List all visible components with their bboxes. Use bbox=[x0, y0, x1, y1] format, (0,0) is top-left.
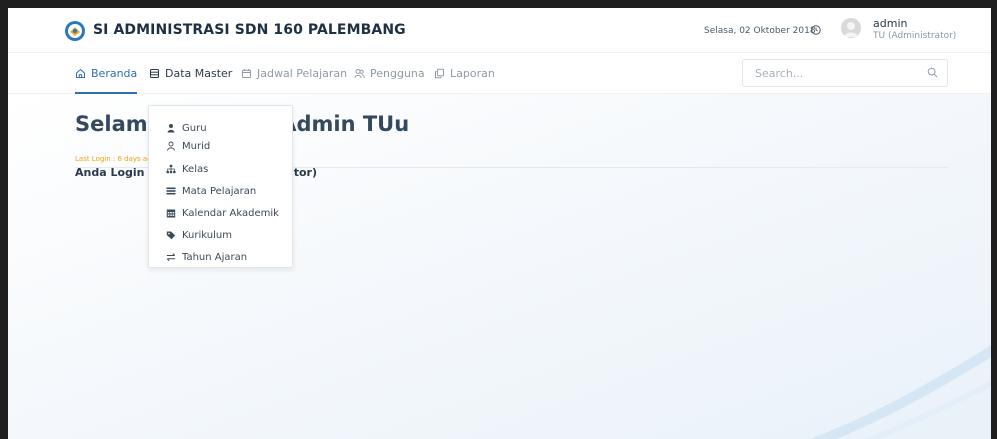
list-icon bbox=[166, 187, 176, 195]
users-icon bbox=[354, 68, 365, 78]
tag-icon bbox=[166, 231, 176, 240]
menu-item-label: Tahun Ajaran bbox=[182, 251, 248, 263]
sitemap-icon bbox=[166, 164, 176, 174]
nav-label: Pengguna bbox=[370, 66, 425, 80]
active-indicator bbox=[75, 92, 138, 94]
main-navigation: Beranda Data Master Jadwal Pelajaran Pen… bbox=[8, 53, 991, 94]
nav-pengguna[interactable]: Pengguna bbox=[354, 53, 425, 93]
menu-item-tahun-ajaran[interactable]: Tahun Ajaran bbox=[166, 248, 247, 266]
nav-label: Jadwal Pelajaran bbox=[257, 66, 348, 80]
menu-item-label: Kelas bbox=[182, 163, 209, 175]
nav-beranda[interactable]: Beranda bbox=[75, 53, 138, 94]
menu-item-murid[interactable]: Murid bbox=[166, 137, 210, 155]
search-box bbox=[742, 59, 948, 87]
nav-label: Beranda bbox=[91, 66, 138, 80]
menu-item-label: Murid bbox=[182, 140, 211, 152]
nav-label: Data Master bbox=[165, 66, 233, 80]
calendar-icon bbox=[242, 68, 251, 78]
menu-item-label: Kalendar Akademik bbox=[182, 207, 279, 219]
nav-laporan[interactable]: Laporan bbox=[434, 53, 495, 93]
user-role: TU (Administrator) bbox=[873, 31, 957, 41]
last-login-text: Last Login : 6 days ago bbox=[75, 155, 156, 163]
menu-item-kurikulum[interactable]: Kurikulum bbox=[166, 226, 232, 244]
nav-jadwal-pelajaran[interactable]: Jadwal Pelajaran bbox=[241, 53, 347, 93]
home-icon bbox=[76, 68, 85, 78]
app-title: SI ADMINISTRASI SDN 160 PALEMBANG bbox=[93, 22, 406, 38]
calendar-grid-icon bbox=[166, 209, 176, 218]
copy-icon bbox=[435, 68, 444, 78]
user-outline-icon bbox=[167, 141, 175, 151]
school-logo-icon bbox=[65, 21, 85, 41]
background-swoosh bbox=[809, 345, 991, 439]
menu-item-mata-pelajaran[interactable]: Mata Pelajaran bbox=[166, 182, 256, 200]
current-date: Selasa, 02 Oktober 2018 bbox=[704, 26, 816, 36]
exchange-icon bbox=[166, 253, 176, 262]
clock-icon bbox=[811, 25, 821, 35]
menu-item-kelas[interactable]: Kelas bbox=[166, 160, 208, 178]
nav-label: Laporan bbox=[450, 66, 495, 80]
user-avatar-icon bbox=[844, 22, 858, 37]
top-bar: SI ADMINISTRASI SDN 160 PALEMBANG Selasa… bbox=[8, 8, 991, 53]
data-master-dropdown: Guru Murid Kelas Mata Pelajaran Kalendar… bbox=[148, 105, 293, 268]
database-icon bbox=[150, 68, 159, 78]
menu-item-guru[interactable]: Guru bbox=[166, 119, 207, 137]
menu-item-label: Kurikulum bbox=[182, 229, 232, 241]
user-icon bbox=[167, 124, 175, 133]
app-window: SI ADMINISTRASI SDN 160 PALEMBANG Selasa… bbox=[8, 8, 991, 439]
menu-item-label: Mata Pelajaran bbox=[182, 185, 257, 197]
menu-item-kalendar-akademik[interactable]: Kalendar Akademik bbox=[166, 204, 279, 222]
search-icon[interactable] bbox=[927, 67, 938, 78]
user-name[interactable]: admin bbox=[873, 17, 907, 30]
avatar[interactable] bbox=[841, 18, 861, 38]
nav-data-master[interactable]: Data Master bbox=[149, 53, 232, 93]
menu-item-label: Guru bbox=[182, 122, 207, 134]
search-input[interactable] bbox=[753, 60, 927, 86]
